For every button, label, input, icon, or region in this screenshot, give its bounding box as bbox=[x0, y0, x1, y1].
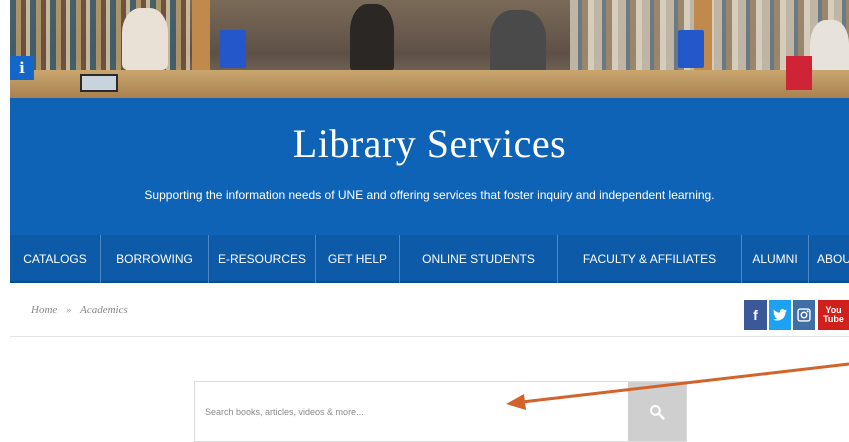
annotation-arrow bbox=[506, 362, 849, 410]
